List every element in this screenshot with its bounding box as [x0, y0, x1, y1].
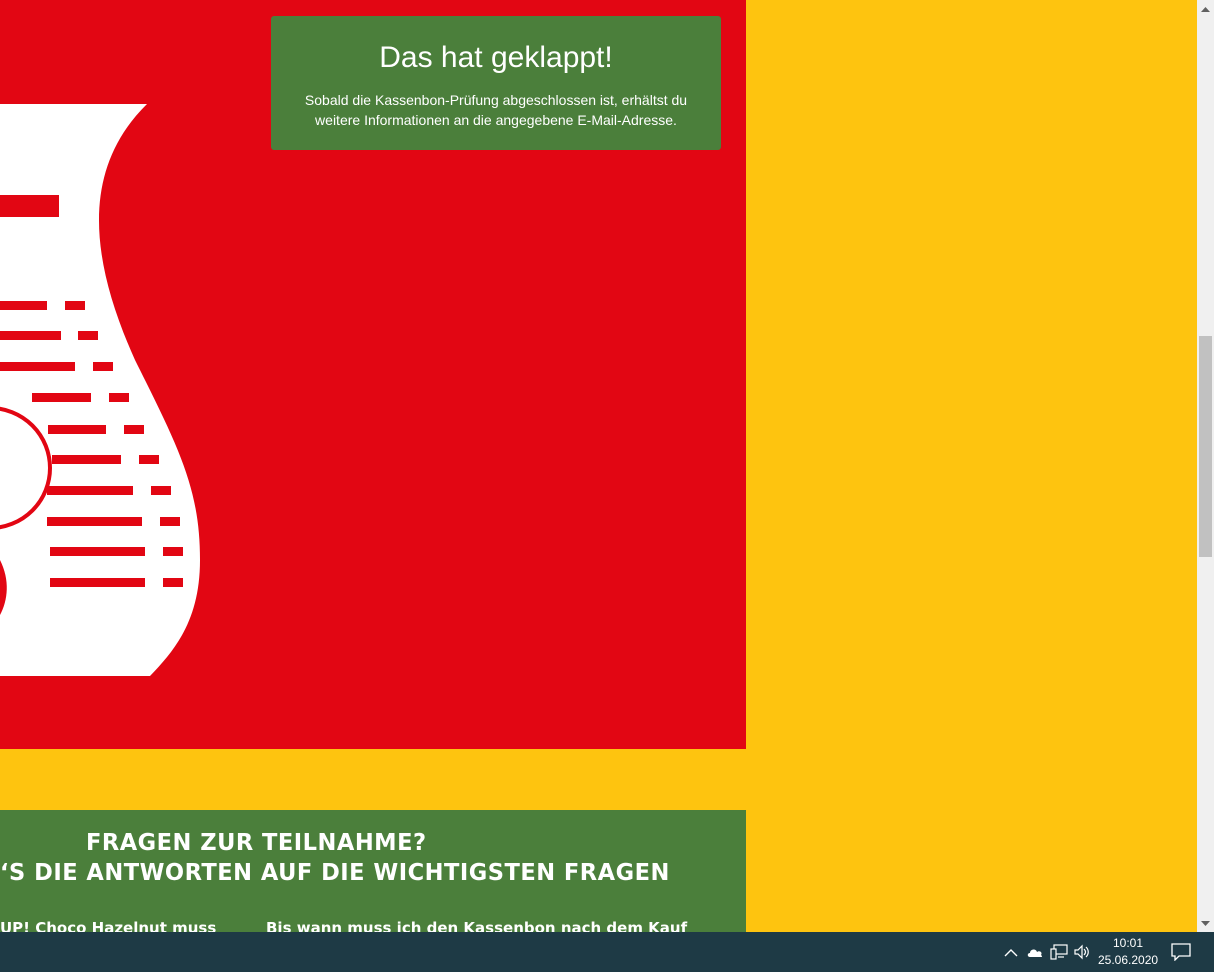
faq-question-1[interactable]: UP! Choco Hazelnut muss [0, 919, 216, 932]
scroll-down-arrow-icon[interactable] [1197, 915, 1214, 932]
taskbar-clock[interactable]: 10:01 25.06.2020 [1098, 935, 1158, 969]
chevron-up-icon[interactable] [1001, 942, 1021, 962]
faq-section: FRAGEN ZUR TEILNAHME? ‘S DIE ANTWORTEN A… [0, 810, 746, 932]
volume-icon[interactable] [1072, 942, 1092, 962]
page: Das hat geklappt! Sobald die Kassenbon-P… [0, 0, 1214, 972]
success-message-box: Das hat geklappt! Sobald die Kassenbon-P… [271, 16, 721, 150]
scroll-up-arrow-icon[interactable] [1197, 0, 1214, 17]
clock-date: 25.06.2020 [1098, 953, 1159, 967]
scroll-thumb[interactable] [1199, 336, 1212, 557]
notification-icon[interactable] [1168, 940, 1194, 964]
network-icon[interactable] [1049, 942, 1069, 962]
vertical-scrollbar[interactable] [1197, 0, 1214, 932]
success-text: Sobald die Kassenbon-Prüfung abgeschloss… [304, 92, 688, 128]
cloud-icon[interactable] [1025, 942, 1045, 962]
faq-heading-line1: FRAGEN ZUR TEILNAHME? [86, 830, 427, 856]
receipt-hero-section: Das hat geklappt! Sobald die Kassenbon-P… [0, 0, 746, 749]
success-title: Das hat geklappt! [379, 41, 613, 74]
faq-question-2[interactable]: Bis wann muss ich den Kassenbon nach dem… [266, 919, 687, 932]
faq-heading-line2: ‘S DIE ANTWORTEN AUF DIE WICHTIGSTEN FRA… [0, 860, 670, 886]
taskbar: 10:01 25.06.2020 [0, 932, 1214, 972]
clock-time: 10:01 [1112, 936, 1144, 950]
